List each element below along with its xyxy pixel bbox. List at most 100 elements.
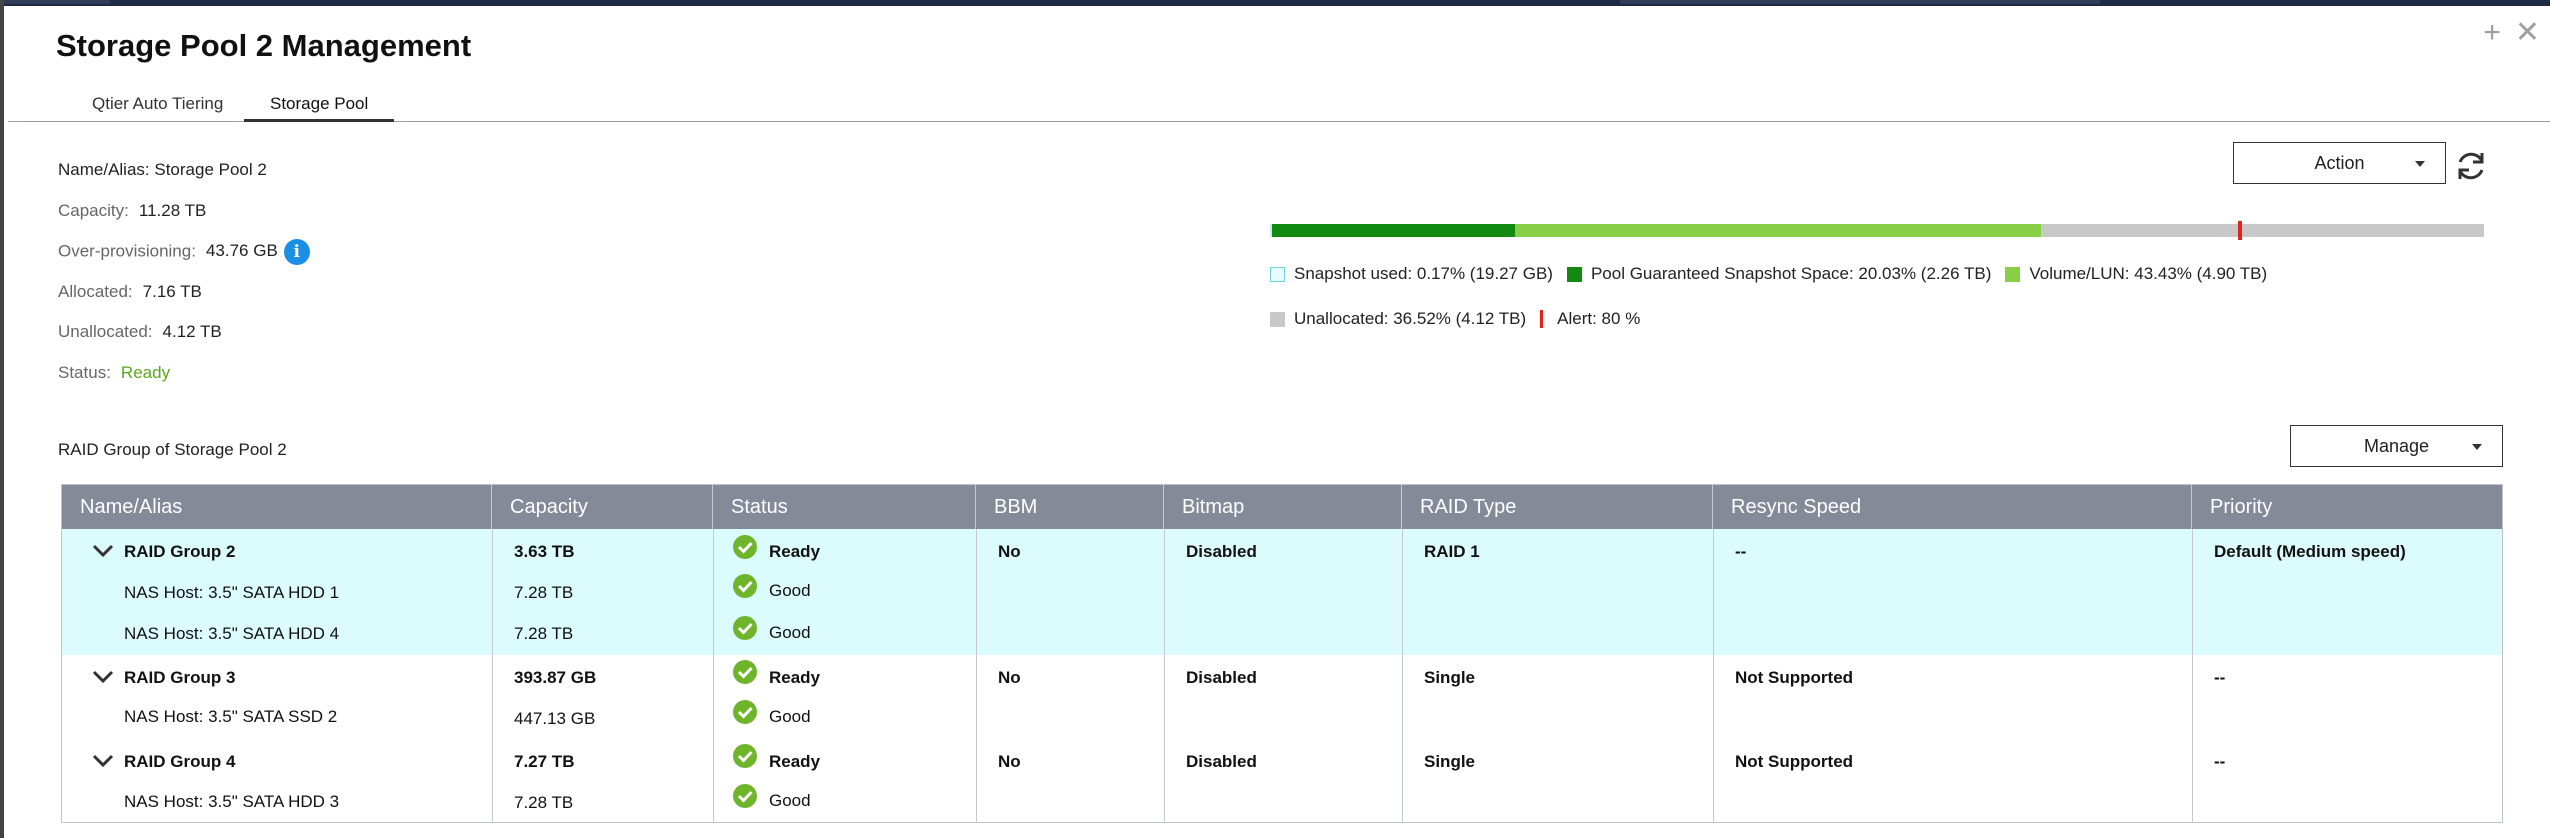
raid-group-capacity: 3.63 TB — [514, 542, 575, 561]
raid-group-bitmap: Disabled — [1186, 542, 1257, 561]
close-icon[interactable]: ✕ — [2515, 18, 2540, 48]
unallocated-value: 4.12 TB — [162, 322, 222, 341]
chevron-down-icon[interactable] — [92, 670, 114, 684]
column-divider — [2192, 529, 2193, 823]
chevron-down-icon[interactable] — [92, 754, 114, 768]
raid-group-name[interactable]: RAID Group 3 — [124, 668, 235, 688]
tab-bar: Qtier Auto Tiering Storage Pool — [8, 86, 2550, 122]
add-icon[interactable]: + — [2483, 18, 2501, 48]
raid-group-raid-type: Single — [1424, 752, 1476, 771]
tab-qtier-auto-tiering[interactable]: Qtier Auto Tiering — [66, 94, 249, 122]
legend-swatch-volume-lun — [2005, 266, 2021, 282]
legend-label-alert: Alert: 80 % — [1557, 309, 1641, 328]
window-controls: + ✕ — [2483, 18, 2540, 48]
check-circle-icon — [733, 616, 757, 640]
capacity-value: 11.28 TB — [138, 201, 207, 220]
action-dropdown-button[interactable]: Action — [2233, 142, 2446, 184]
column-header-priority[interactable]: Priority — [2192, 485, 2502, 529]
raid-group-status: Ready — [769, 752, 821, 771]
legend-swatch-unallocated — [1270, 311, 1285, 327]
disk-name[interactable]: NAS Host: 3.5" SATA HDD 4 — [124, 624, 339, 644]
legend-swatch-alert — [1540, 310, 1544, 328]
raid-group-priority: Default (Medium speed) — [2214, 542, 2406, 561]
column-divider — [1164, 529, 1165, 823]
legend-swatch-snapshot-used — [1270, 266, 1285, 282]
pool-name-alias: Name/Alias: Storage Pool 2 — [58, 160, 267, 179]
disk-capacity: 7.28 TB — [514, 624, 574, 643]
column-header-bbm[interactable]: BBM — [976, 485, 1164, 529]
pool-status-row: Status: Ready — [58, 363, 170, 383]
selected-group-highlight — [62, 529, 2502, 655]
status-value: Ready — [120, 363, 171, 382]
column-header-capacity[interactable]: Capacity — [492, 485, 713, 529]
pool-capacity-row: Capacity: 11.28 TB — [58, 201, 206, 221]
capacity-label: Capacity: — [58, 201, 129, 220]
disk-status: Good — [769, 707, 811, 726]
column-header-resync-speed[interactable]: Resync Speed — [1713, 485, 2192, 529]
legend-guaranteed-snapshot: Pool Guaranteed Snapshot Space: 20.03% (… — [1566, 264, 1991, 284]
legend-alert: Alert: 80 % — [1540, 309, 1640, 329]
overprovisioning-label: Over-provisioning: — [58, 241, 196, 261]
unallocated-label: Unallocated: — [58, 322, 153, 341]
alert-threshold-marker — [2237, 221, 2242, 240]
column-header-bitmap[interactable]: Bitmap — [1164, 485, 1402, 529]
usage-legend-row-2: Unallocated: 36.52% (4.12 TB) Alert: 80 … — [1270, 309, 1654, 329]
legend-label-volume-lun: Volume/LUN: 43.43% (4.90 TB) — [2029, 264, 2268, 283]
raid-group-resync-speed: Not Supported — [1735, 752, 1854, 771]
tab-storage-pool[interactable]: Storage Pool — [244, 94, 395, 122]
column-divider — [492, 529, 493, 823]
allocated-value: 7.16 TB — [142, 282, 202, 301]
pool-overprovisioning-row: Over-provisioning: 43.76 GB i — [58, 239, 310, 265]
manage-dropdown-button[interactable]: Manage — [2290, 425, 2503, 467]
check-circle-icon — [733, 535, 757, 559]
column-divider — [1713, 529, 1714, 823]
storage-pool-management-window: Storage Pool 2 Management + ✕ Qtier Auto… — [4, 6, 2550, 838]
chevron-down-icon — [2472, 444, 2482, 450]
overprovisioning-value: 43.76 GB — [205, 241, 278, 261]
check-circle-icon — [733, 784, 757, 808]
raid-group-capacity: 7.27 TB — [514, 752, 575, 771]
legend-unallocated: Unallocated: 36.52% (4.12 TB) — [1270, 309, 1526, 329]
info-icon[interactable]: i — [283, 239, 310, 265]
check-circle-icon — [733, 744, 757, 768]
raid-group-resync-speed: Not Supported — [1735, 668, 1854, 687]
chevron-down-icon[interactable] — [92, 544, 114, 558]
legend-swatch-guaranteed-snapshot — [1566, 266, 1582, 282]
raid-group-priority: -- — [2214, 752, 2226, 771]
check-circle-icon — [733, 700, 757, 724]
column-header-raid-type[interactable]: RAID Type — [1402, 485, 1713, 529]
disk-capacity: 447.13 GB — [514, 709, 596, 728]
pool-allocated-row: Allocated: 7.16 TB — [58, 282, 202, 302]
usage-segment-guaranteed-snapshot — [1272, 224, 1515, 237]
disk-name[interactable]: NAS Host: 3.5" SATA HDD 1 — [124, 583, 339, 603]
raid-group-name[interactable]: RAID Group 2 — [124, 542, 235, 562]
column-header-status[interactable]: Status — [713, 485, 976, 529]
column-divider — [976, 529, 977, 823]
raid-group-capacity: 393.87 GB — [514, 668, 597, 687]
manage-button-label: Manage — [2363, 435, 2430, 456]
window-title: Storage Pool 2 Management — [56, 28, 472, 63]
disk-name[interactable]: NAS Host: 3.5" SATA HDD 3 — [124, 792, 339, 812]
raid-group-raid-type: Single — [1424, 668, 1476, 687]
raid-group-priority: -- — [2214, 668, 2226, 687]
refresh-icon[interactable] — [2453, 148, 2489, 184]
raid-group-section-title: RAID Group of Storage Pool 2 — [58, 440, 287, 459]
disk-name[interactable]: NAS Host: 3.5" SATA SSD 2 — [124, 707, 337, 727]
usage-segment-volume-lun — [1514, 224, 2042, 237]
raid-group-bbm: No — [998, 542, 1021, 561]
raid-group-name[interactable]: RAID Group 4 — [124, 752, 235, 772]
usage-legend-row-1: Snapshot used: 0.17% (19.27 GB) Pool Gua… — [1270, 264, 2281, 284]
raid-group-resync-speed: -- — [1735, 542, 1747, 561]
storage-usage-bar — [1270, 221, 2484, 240]
disk-capacity: 7.28 TB — [514, 793, 574, 812]
raid-group-bitmap: Disabled — [1186, 668, 1257, 687]
action-button-label: Action — [2314, 152, 2365, 173]
column-header-name[interactable]: Name/Alias — [62, 485, 492, 529]
legend-volume-lun: Volume/LUN: 43.43% (4.90 TB) — [2005, 264, 2267, 284]
check-circle-icon — [733, 574, 757, 598]
status-label: Status: — [58, 363, 111, 382]
raid-group-bitmap: Disabled — [1186, 752, 1257, 771]
usage-segment-unallocated — [2041, 224, 2484, 237]
disk-status: Good — [769, 791, 811, 810]
raid-group-status: Ready — [769, 542, 821, 561]
